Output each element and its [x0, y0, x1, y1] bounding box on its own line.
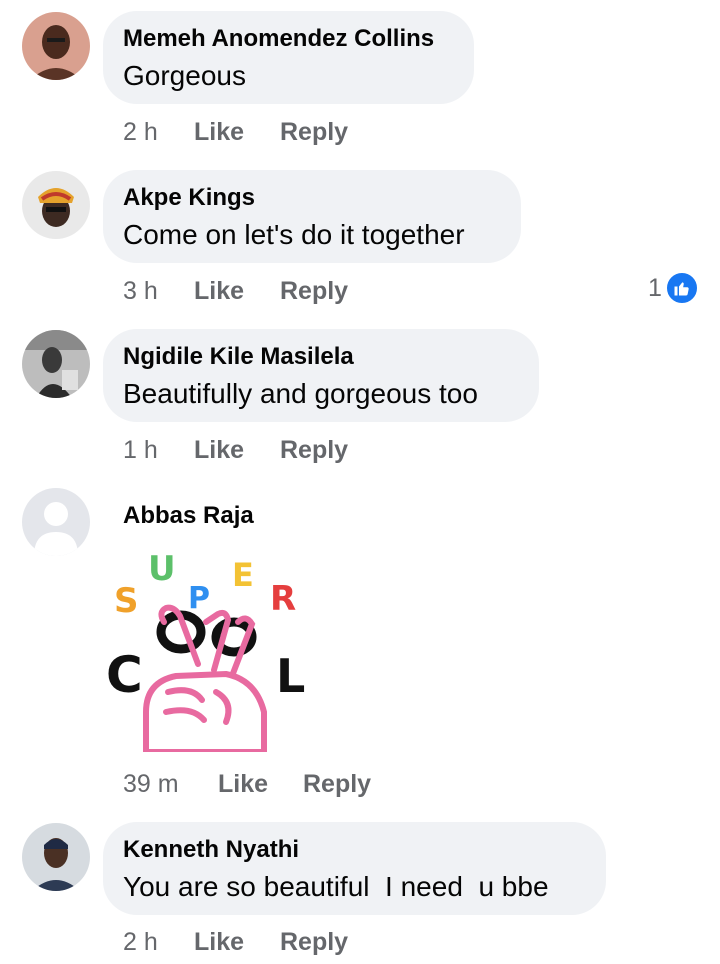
reaction-summary[interactable]: 1	[648, 271, 699, 305]
sticker-letter: U	[148, 552, 176, 589]
comment-time[interactable]: 39 m	[123, 770, 179, 799]
sticker-letter: L	[276, 649, 305, 703]
avatar[interactable]	[22, 171, 90, 239]
commenter-name[interactable]: Ngidile Kile Masilela	[123, 343, 354, 371]
like-button[interactable]: Like	[218, 770, 268, 799]
thumbs-up-icon	[664, 271, 699, 305]
sticker-letter: C	[106, 646, 143, 704]
comment-time[interactable]: 2 h	[123, 928, 158, 957]
reply-button[interactable]: Reply	[280, 277, 348, 306]
comment-text: Gorgeous	[123, 60, 246, 91]
reply-button[interactable]: Reply	[303, 770, 371, 799]
comment-text: You are so beautiful I need u bbe	[123, 871, 549, 902]
avatar[interactable]	[22, 12, 90, 80]
avatar-photo	[22, 12, 90, 80]
reply-button[interactable]: Reply	[280, 436, 348, 465]
sticker-letter: S	[114, 581, 139, 621]
comment-bubble: Ngidile Kile Masilela Beautifully and go…	[103, 329, 539, 422]
like-button[interactable]: Like	[194, 436, 244, 465]
commenter-name[interactable]: Akpe Kings	[123, 184, 255, 212]
avatar[interactable]	[22, 330, 90, 398]
comment-bubble: Memeh Anomendez Collins Gorgeous	[103, 11, 474, 104]
comment-text: Beautifully and gorgeous too	[123, 378, 478, 409]
reply-button[interactable]: Reply	[280, 118, 348, 147]
avatar[interactable]	[22, 823, 90, 891]
comment-time[interactable]: 1 h	[123, 436, 158, 465]
like-button[interactable]: Like	[194, 928, 244, 957]
comment-bubble: Kenneth Nyathi You are so beautiful I ne…	[103, 822, 606, 915]
default-avatar-icon	[22, 488, 90, 556]
avatar-photo	[22, 823, 90, 891]
comment-bubble: Akpe Kings Come on let's do it together	[103, 170, 521, 263]
commenter-name[interactable]: Memeh Anomendez Collins	[123, 25, 434, 53]
comment-time[interactable]: 3 h	[123, 277, 158, 306]
reaction-count: 1	[648, 273, 662, 302]
like-button[interactable]: Like	[194, 277, 244, 306]
comment-text: Come on let's do it together	[123, 219, 465, 250]
commenter-name[interactable]: Kenneth Nyathi	[123, 836, 299, 864]
reply-button[interactable]: Reply	[280, 928, 348, 957]
avatar[interactable]	[22, 488, 90, 556]
sticker-letter: R	[270, 579, 296, 619]
sticker-letter: E	[232, 556, 254, 594]
avatar-photo	[22, 330, 90, 398]
comment-time[interactable]: 2 h	[123, 118, 158, 147]
commenter-name[interactable]: Abbas Raja	[123, 502, 254, 530]
like-button[interactable]: Like	[194, 118, 244, 147]
sticker-letter: P	[188, 581, 210, 616]
avatar-photo	[22, 171, 90, 239]
super-cool-sticker[interactable]: S U P E R C L	[106, 552, 306, 752]
